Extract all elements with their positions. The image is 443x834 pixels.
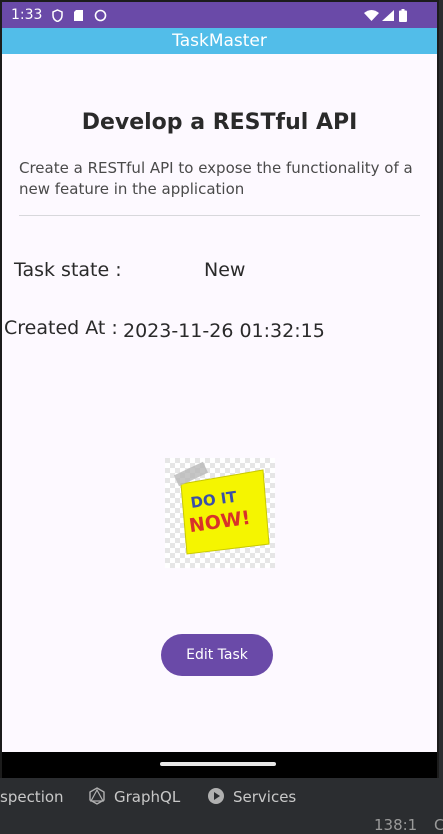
home-gesture-handle[interactable]	[160, 762, 276, 766]
task-state-value: New	[204, 259, 246, 281]
created-at-label: Created At :	[4, 317, 118, 339]
tab-graphql[interactable]: GraphQL	[114, 788, 180, 806]
task-title: Develop a RESTful API	[81, 110, 358, 135]
app-bar: TaskMaster	[2, 28, 437, 54]
divider	[19, 215, 420, 216]
tab-inspection[interactable]: spection	[0, 788, 64, 806]
wifi-icon	[364, 10, 379, 21]
task-state-label: Task state :	[14, 259, 122, 281]
status-trailing-text[interactable]: C	[434, 816, 443, 834]
tab-services[interactable]: Services	[233, 788, 296, 806]
ide-status-bar: 138:1 C	[0, 814, 443, 834]
do-it-now-sticky-note-image: DO IT NOW!	[165, 458, 275, 568]
emulator-screen: 1:33 TaskMaster Develop a RESTful API Cr…	[0, 0, 439, 778]
app-title: TaskMaster	[172, 31, 267, 51]
status-time: 1:33	[11, 7, 43, 23]
signal-icon	[382, 10, 394, 21]
graphql-icon	[89, 787, 105, 805]
created-at-value: 2023-11-26 01:32:15	[123, 320, 325, 342]
task-description: Create a RESTful API to expose the funct…	[19, 159, 413, 198]
face-icon	[94, 9, 107, 22]
edit-task-button[interactable]: Edit Task	[161, 634, 273, 676]
services-icon	[208, 788, 224, 804]
shield-icon	[52, 9, 63, 22]
sd-card-icon	[74, 10, 83, 21]
ide-tool-window-bar: spection GraphQL Services	[0, 778, 443, 814]
battery-icon	[399, 9, 407, 22]
status-bar: 1:33	[2, 2, 437, 28]
cursor-position[interactable]: 138:1	[374, 816, 417, 834]
